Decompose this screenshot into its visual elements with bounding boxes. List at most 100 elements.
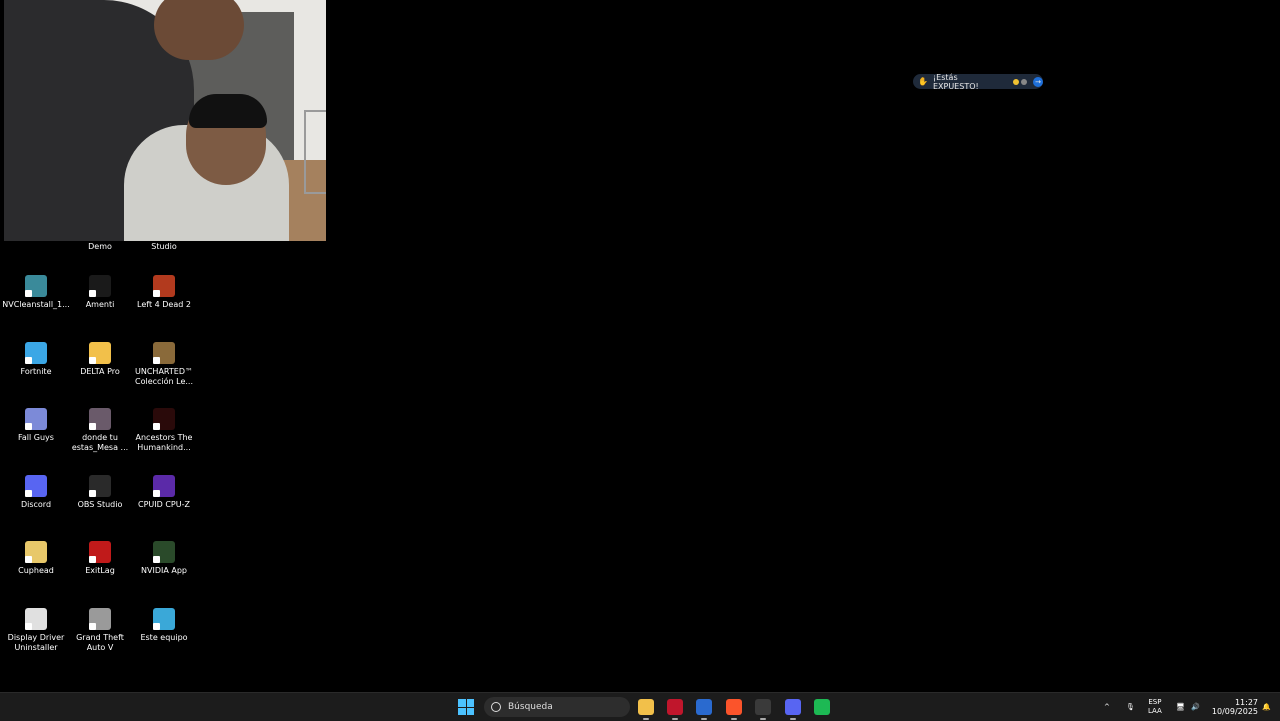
- desktop-shortcut-label: Fall Guys: [18, 433, 54, 442]
- desktop-shortcut-label: Discord: [20, 500, 52, 509]
- shortcut-arrow-icon: [25, 623, 32, 630]
- desktop-shortcut-label: CPUID CPU-Z: [138, 500, 190, 509]
- desktop-shortcut[interactable]: Grand Theft Auto V: [66, 608, 134, 653]
- desktop-label-studio[interactable]: Studio: [130, 242, 198, 251]
- nvidia-app-icon: [153, 541, 175, 563]
- file-explorer-icon[interactable]: [638, 699, 654, 720]
- desktop-shortcut[interactable]: Left 4 Dead 2: [130, 275, 198, 310]
- search-icon: [491, 702, 501, 712]
- volume-icon[interactable]: 🔊: [1191, 693, 1200, 721]
- desktop-shortcut-label: Fortnite: [20, 367, 52, 376]
- obs-icon: [89, 475, 111, 497]
- opera-gx-icon[interactable]: [667, 699, 683, 720]
- shortcut-arrow-icon: [89, 556, 96, 563]
- nvcleanstall-icon: [25, 275, 47, 297]
- clock-time: 11:27: [1234, 698, 1258, 707]
- spotify-icon[interactable]: [814, 699, 830, 715]
- shortcut-arrow-icon: [89, 290, 96, 297]
- desktop-shortcut[interactable]: Este equipo: [130, 608, 198, 643]
- desktop-shortcut[interactable]: ExitLag: [66, 541, 134, 576]
- tray-chevron-up-icon[interactable]: ^: [1104, 693, 1110, 721]
- this-pc-icon: [153, 608, 175, 630]
- shortcut-arrow-icon: [25, 490, 32, 497]
- shortcut-arrow-icon: [25, 357, 32, 364]
- desktop-shortcut-label: Este equipo: [140, 633, 188, 642]
- shortcut-arrow-icon: [89, 357, 96, 364]
- desktop-shortcut[interactable]: Discord: [2, 475, 70, 510]
- exitlag-icon: [89, 541, 111, 563]
- notifications-bell-icon[interactable]: 🔔: [1262, 693, 1271, 721]
- network-icon[interactable]: 🖥: [1176, 693, 1185, 721]
- windows-logo-icon: [458, 699, 466, 707]
- ancestors-icon: [153, 408, 175, 430]
- desktop-shortcut-label: NVCleanstall_1...: [2, 300, 70, 309]
- fallguys-icon: [25, 408, 47, 430]
- desktop-shortcut-label: UNCHARTED™ Colección Le...: [134, 367, 194, 386]
- taskbar-clock[interactable]: 11:27 10/09/2025: [1212, 698, 1258, 716]
- shortcut-arrow-icon: [153, 423, 160, 430]
- desktop-shortcut[interactable]: NVCleanstall_1...: [2, 275, 70, 310]
- desktop-shortcut-label: NVIDIA App: [141, 566, 187, 575]
- brave-browser-icon[interactable]: [726, 699, 742, 720]
- desktop-label-demo[interactable]: Demo: [66, 242, 134, 251]
- discord-icon: [25, 475, 47, 497]
- hand-icon: ✋: [918, 76, 928, 86]
- exposed-notification[interactable]: ✋ ¡Estás EXPUESTO! →: [913, 72, 1043, 91]
- language-indicator[interactable]: ESP LAA: [1148, 693, 1162, 721]
- shield-app-icon[interactable]: [696, 699, 712, 720]
- desktop-shortcut[interactable]: Display Driver Uninstaller: [2, 608, 70, 653]
- microphone-icon[interactable]: 🎙: [1126, 693, 1135, 721]
- desktop-shortcut[interactable]: Cuphead: [2, 541, 70, 576]
- desktop-shortcut[interactable]: Ancestors The Humankind...: [130, 408, 198, 453]
- desktop-shortcut-label: Ancestors The Humankind...: [135, 433, 193, 452]
- arrow-right-icon[interactable]: →: [1033, 76, 1043, 87]
- desktop-shortcut[interactable]: Fortnite: [2, 342, 70, 377]
- desktop-shortcut-label: DELTA Pro: [80, 367, 120, 376]
- shortcut-arrow-icon: [153, 623, 160, 630]
- desktop-shortcut[interactable]: UNCHARTED™ Colección Le...: [130, 342, 198, 387]
- start-button[interactable]: [458, 699, 474, 715]
- shortcut-arrow-icon: [25, 423, 32, 430]
- desktop-shortcut[interactable]: donde tu estas_Mesa ...: [66, 408, 134, 453]
- shortcut-arrow-icon: [153, 290, 160, 297]
- language-code: ESP: [1148, 698, 1162, 706]
- desktop-shortcut[interactable]: DELTA Pro: [66, 342, 134, 377]
- desktop-shortcut-label: donde tu estas_Mesa ...: [71, 433, 129, 452]
- webcam-overlay: [4, 0, 326, 241]
- webcam-person-standing-head: [154, 0, 244, 60]
- desktop-shortcut-label: Cuphead: [18, 566, 54, 575]
- discord-taskbar-icon[interactable]: [785, 699, 801, 720]
- ddu-icon: [25, 608, 47, 630]
- desktop-shortcut[interactable]: Fall Guys: [2, 408, 70, 443]
- clock-date: 10/09/2025: [1211, 707, 1258, 716]
- taskbar-search[interactable]: Búsqueda: [484, 697, 630, 717]
- gta5-icon: [89, 608, 111, 630]
- left4dead2-icon: [153, 275, 175, 297]
- shortcut-arrow-icon: [153, 357, 160, 364]
- notification-text: ¡Estás EXPUESTO!: [932, 72, 979, 91]
- desktop-shortcut-label: OBS Studio: [77, 500, 123, 509]
- desktop-shortcut[interactable]: CPUID CPU-Z: [130, 475, 198, 510]
- shortcut-arrow-icon: [89, 490, 96, 497]
- status-dot-secondary-icon: [1021, 78, 1028, 85]
- shortcut-arrow-icon: [153, 556, 160, 563]
- windows-logo-pane: [466, 699, 474, 707]
- amenti-icon: [89, 275, 111, 297]
- folder-icon: [89, 342, 111, 364]
- desktop-shortcut-label: Grand Theft Auto V: [76, 633, 124, 652]
- taskbar: Búsqueda ^ 🎙 ESP LAA 🖥 🔊 11:27 10/09/202…: [0, 692, 1280, 721]
- image-file-icon: [89, 408, 111, 430]
- fortnite-icon: [25, 342, 47, 364]
- desktop-shortcut[interactable]: NVIDIA App: [130, 541, 198, 576]
- obs-taskbar-icon[interactable]: [755, 699, 771, 720]
- desktop-shortcut-label: Display Driver Uninstaller: [7, 633, 65, 652]
- shortcut-arrow-icon: [25, 556, 32, 563]
- desktop-shortcut[interactable]: Amenti: [66, 275, 134, 310]
- desktop-shortcut[interactable]: OBS Studio: [66, 475, 134, 510]
- cpuz-icon: [153, 475, 175, 497]
- shortcut-arrow-icon: [153, 490, 160, 497]
- webcam-person-seated-hair: [189, 94, 267, 128]
- status-dot-icon: [1013, 78, 1020, 85]
- shortcut-arrow-icon: [25, 290, 32, 297]
- windows-logo-pane: [466, 707, 474, 715]
